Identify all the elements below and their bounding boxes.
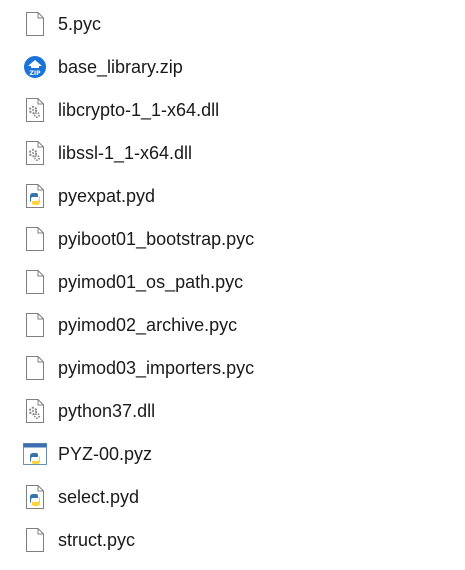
file-name: pyimod03_importers.pyc	[58, 358, 255, 378]
file-name: libcrypto-1_1-x64.dll	[58, 100, 220, 120]
file-name: pyimod01_os_path.pyc	[58, 272, 244, 292]
file-item-pyimod02-archive-pyc[interactable]: pyimod02_archive.pyc	[18, 305, 438, 345]
file-name: 5.pyc	[58, 14, 102, 34]
file-item-pyimod03-importers-pyc[interactable]: pyimod03_importers.pyc	[18, 348, 438, 388]
blank-file-icon	[22, 527, 48, 553]
zip-archive-icon: ZIP	[22, 54, 48, 80]
file-name: select.pyd	[58, 487, 140, 507]
dll-gear-file-icon	[22, 398, 48, 424]
file-item-python37-dll[interactable]: python37.dll	[18, 391, 438, 431]
svg-text:ZIP: ZIP	[30, 70, 42, 77]
dll-gear-file-icon	[22, 140, 48, 166]
file-item-libcrypto-dll[interactable]: libcrypto-1_1-x64.dll	[18, 90, 438, 130]
file-item-struct-pyc[interactable]: struct.pyc	[18, 520, 438, 560]
blank-file-icon	[22, 269, 48, 295]
file-item-pyiboot01-bootstrap-pyc[interactable]: pyiboot01_bootstrap.pyc	[18, 219, 438, 259]
file-item-pyimod01-os-path-pyc[interactable]: pyimod01_os_path.pyc	[18, 262, 438, 302]
blank-file-icon	[22, 355, 48, 381]
dll-gear-file-icon	[22, 97, 48, 123]
file-name: libssl-1_1-x64.dll	[58, 143, 193, 163]
file-item-pyz-00-pyz[interactable]: PYZ-00.pyz	[18, 434, 438, 474]
file-item-pyexpat-pyd[interactable]: pyexpat.pyd	[18, 176, 438, 216]
file-item-libssl-dll[interactable]: libssl-1_1-x64.dll	[18, 133, 438, 173]
file-name: base_library.zip	[58, 57, 183, 77]
python-file-icon	[22, 484, 48, 510]
file-name: pyiboot01_bootstrap.pyc	[58, 229, 255, 249]
blank-file-icon	[22, 226, 48, 252]
file-name: pyexpat.pyd	[58, 186, 156, 206]
file-item-select-pyd[interactable]: select.pyd	[18, 477, 438, 517]
file-item-base-library-zip[interactable]: ZIP base_library.zip	[18, 47, 438, 87]
file-name: PYZ-00.pyz	[58, 444, 153, 464]
file-name: struct.pyc	[58, 530, 136, 550]
file-name: python37.dll	[58, 401, 156, 421]
python-file-icon	[22, 183, 48, 209]
file-name: pyimod02_archive.pyc	[58, 315, 238, 335]
file-item-5-pyc[interactable]: 5.pyc	[18, 4, 438, 44]
file-list: 5.pyc ZIP base_library.zip libcrypto-1_1…	[0, 0, 465, 570]
python-window-icon	[22, 441, 48, 467]
blank-file-icon	[22, 312, 48, 338]
blank-file-icon	[22, 11, 48, 37]
